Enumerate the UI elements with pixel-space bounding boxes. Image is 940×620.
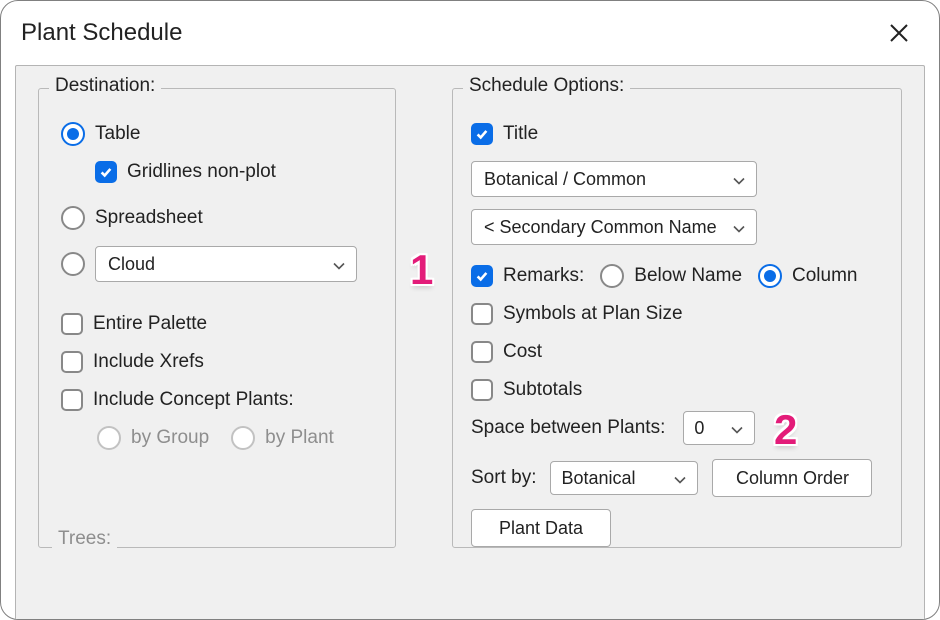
- checkbox-entire-palette[interactable]: [61, 313, 83, 335]
- schedule-options-group: Schedule Options: Title Botanical / Comm…: [452, 88, 902, 548]
- checkbox-cost[interactable]: [471, 341, 493, 363]
- checkbox-cost-label: Cost: [503, 341, 542, 363]
- checkbox-title-label: Title: [503, 123, 538, 145]
- chevron-down-icon: [732, 172, 746, 186]
- dialog-title: Plant Schedule: [21, 19, 182, 47]
- select-sort-by-value: Botanical: [561, 468, 635, 489]
- checkbox-include-xrefs-label: Include Xrefs: [93, 351, 204, 373]
- checkbox-gridlines[interactable]: [95, 161, 117, 183]
- checkbox-symbols-label: Symbols at Plan Size: [503, 303, 683, 325]
- destination-group: Destination: Table Gridlines non-plot Sp…: [38, 88, 396, 548]
- radio-below-name[interactable]: [600, 264, 624, 288]
- checkbox-remarks-label: Remarks:: [503, 265, 584, 287]
- radio-by-plant[interactable]: [231, 426, 255, 450]
- checkbox-title[interactable]: [471, 123, 493, 145]
- radio-by-group[interactable]: [97, 426, 121, 450]
- column-order-button-label: Column Order: [736, 468, 849, 489]
- radio-spreadsheet-label: Spreadsheet: [95, 207, 203, 229]
- radio-below-name-label: Below Name: [634, 265, 742, 287]
- sort-by-label: Sort by:: [471, 467, 536, 489]
- chevron-down-icon: [673, 471, 687, 485]
- schedule-options-legend: Schedule Options:: [463, 75, 630, 97]
- checkbox-include-concept[interactable]: [61, 389, 83, 411]
- checkbox-gridlines-label: Gridlines non-plot: [127, 161, 276, 183]
- select-space-between[interactable]: 0: [683, 411, 755, 445]
- trees-label: Trees:: [52, 528, 117, 550]
- plant-data-button[interactable]: Plant Data: [471, 509, 611, 547]
- radio-table-label: Table: [95, 123, 140, 145]
- radio-cloud[interactable]: [61, 252, 85, 276]
- select-name-format-value: Botanical / Common: [484, 169, 646, 190]
- select-secondary-name[interactable]: < Secondary Common Name: [471, 209, 757, 245]
- select-sort-by[interactable]: Botanical: [550, 461, 698, 495]
- titlebar: Plant Schedule: [1, 1, 939, 65]
- destination-legend: Destination:: [49, 75, 161, 97]
- close-icon[interactable]: [887, 21, 911, 45]
- checkbox-subtotals[interactable]: [471, 379, 493, 401]
- radio-table[interactable]: [61, 122, 85, 146]
- select-secondary-name-value: < Secondary Common Name: [484, 217, 717, 238]
- select-cloud-value: Cloud: [108, 254, 155, 275]
- space-between-label: Space between Plants:: [471, 417, 665, 439]
- checkbox-entire-palette-label: Entire Palette: [93, 313, 207, 335]
- radio-column[interactable]: [758, 264, 782, 288]
- checkbox-include-concept-label: Include Concept Plants:: [93, 389, 294, 411]
- checkbox-include-xrefs[interactable]: [61, 351, 83, 373]
- select-cloud[interactable]: Cloud: [95, 246, 357, 282]
- checkbox-subtotals-label: Subtotals: [503, 379, 582, 401]
- radio-spreadsheet[interactable]: [61, 206, 85, 230]
- radio-by-group-label: by Group: [131, 427, 209, 449]
- radio-column-label: Column: [792, 265, 857, 287]
- column-order-button[interactable]: Column Order: [712, 459, 872, 497]
- chevron-down-icon: [730, 421, 744, 435]
- plant-data-button-label: Plant Data: [499, 518, 583, 539]
- radio-by-plant-label: by Plant: [265, 427, 334, 449]
- select-space-between-value: 0: [694, 418, 704, 439]
- checkbox-remarks[interactable]: [471, 265, 493, 287]
- checkbox-symbols[interactable]: [471, 303, 493, 325]
- dialog-body: Destination: Table Gridlines non-plot Sp…: [15, 65, 925, 619]
- select-name-format[interactable]: Botanical / Common: [471, 161, 757, 197]
- annotation-1: 1: [410, 246, 433, 294]
- plant-schedule-dialog: Plant Schedule Destination: Table Gridli…: [0, 0, 940, 620]
- chevron-down-icon: [332, 257, 346, 271]
- chevron-down-icon: [732, 220, 746, 234]
